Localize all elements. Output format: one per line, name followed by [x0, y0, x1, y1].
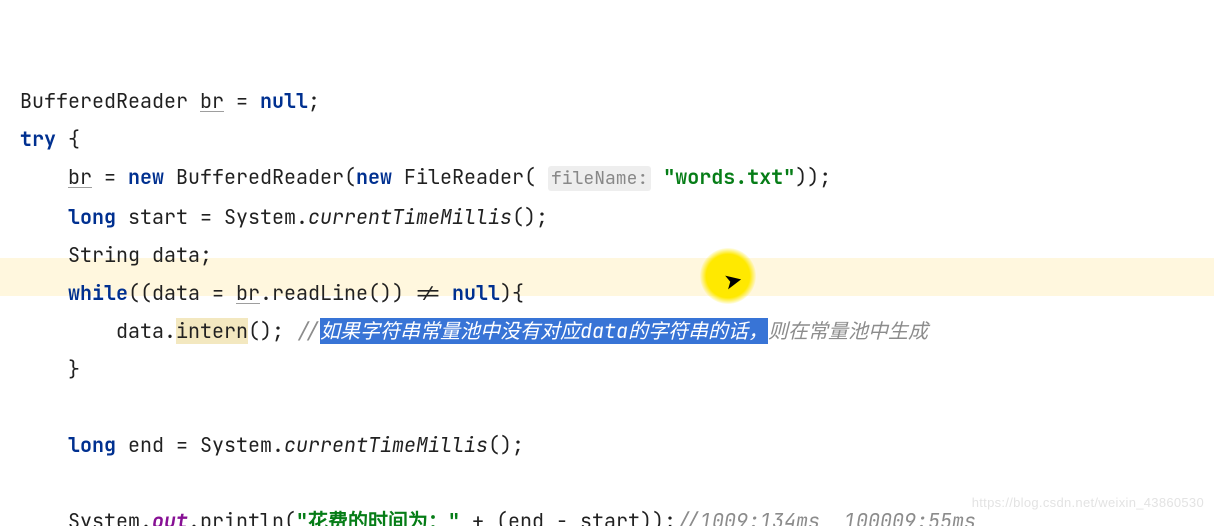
indent — [20, 204, 68, 230]
indent — [20, 508, 68, 526]
string-token: "words.txt" — [651, 164, 795, 190]
text-token: ){ — [500, 280, 524, 306]
brace-token: } — [68, 356, 80, 382]
keyword-token: long — [68, 432, 116, 458]
code-line: try { — [20, 126, 80, 152]
text-token: ((data = — [128, 280, 236, 306]
selected-text: a的字符串的话， — [616, 318, 768, 344]
keyword-token: try — [20, 126, 56, 152]
method-highlight-token: intern — [176, 318, 248, 344]
indent — [20, 164, 68, 190]
string-token: "花费的时间为：" — [296, 508, 460, 526]
indent — [20, 280, 68, 306]
tail-token: (); — [488, 432, 524, 458]
brace-token: { — [56, 126, 80, 152]
selected-text: t — [604, 318, 616, 344]
code-line: long end = System.currentTimeMillis(); — [20, 432, 524, 458]
op-token: = — [92, 164, 128, 190]
code-line: long start = System.currentTimeMillis(); — [20, 204, 548, 230]
text-token: .println( — [188, 508, 296, 526]
code-line: String data; — [20, 242, 212, 268]
parameter-hint: fileName: — [548, 166, 651, 191]
text-token: + (end - start)); — [460, 508, 676, 526]
keyword-token: new — [356, 164, 392, 190]
text-token: .readLine()) != — [260, 280, 452, 306]
keyword-token: long — [68, 204, 116, 230]
code-editor[interactable]: BufferedReader br = null; try { br = new… — [0, 0, 1214, 526]
indent — [20, 242, 68, 268]
ctor-token: FileReader( — [392, 164, 548, 190]
code-line: br = new BufferedReader(new FileReader( … — [20, 164, 831, 190]
method-token: currentTimeMillis — [284, 432, 488, 458]
indent — [20, 318, 116, 344]
keyword-token: null — [452, 280, 500, 306]
type-token: BufferedReader — [20, 88, 188, 114]
code-line: BufferedReader br = null; — [20, 88, 320, 114]
code-line: } — [20, 356, 80, 382]
text-token: System. — [68, 508, 152, 526]
text-token: String data; — [68, 242, 212, 268]
var-token: br — [236, 280, 260, 306]
close-token: )); — [795, 164, 831, 190]
tail-token: (); — [512, 204, 548, 230]
code-line: while((data = br.readLine()) != null){ — [20, 280, 524, 306]
text-token: end = System. — [116, 432, 284, 458]
comment-token: // — [296, 318, 320, 344]
comment-token: //1009:134ms 100009:55ms — [676, 508, 976, 526]
text-selection: 如果字符串常量池中没有对应data的字符串的话， — [320, 318, 768, 344]
var-token: br — [68, 164, 92, 190]
op-token: = — [224, 88, 260, 114]
text-token: data. — [116, 318, 176, 344]
field-token: out — [152, 508, 188, 526]
tail-token: (); — [248, 318, 296, 344]
comment-token: 则在常量池中生成 — [768, 318, 928, 344]
indent — [20, 432, 68, 458]
text-token: start = System. — [116, 204, 308, 230]
selected-text: 如果字符串常量池中没有对应da — [320, 318, 604, 344]
semi-token: ; — [308, 88, 320, 114]
code-line: data.intern(); //如果字符串常量池中没有对应data的字符串的话… — [20, 318, 928, 344]
keyword-token: while — [68, 280, 128, 306]
ctor-token: BufferedReader( — [164, 164, 356, 190]
keyword-token: new — [128, 164, 164, 190]
code-line: System.out.println("花费的时间为：" + (end - st… — [20, 508, 976, 526]
keyword-token: null — [260, 88, 308, 114]
method-token: currentTimeMillis — [308, 204, 512, 230]
indent — [20, 356, 68, 382]
var-token: br — [200, 88, 224, 114]
